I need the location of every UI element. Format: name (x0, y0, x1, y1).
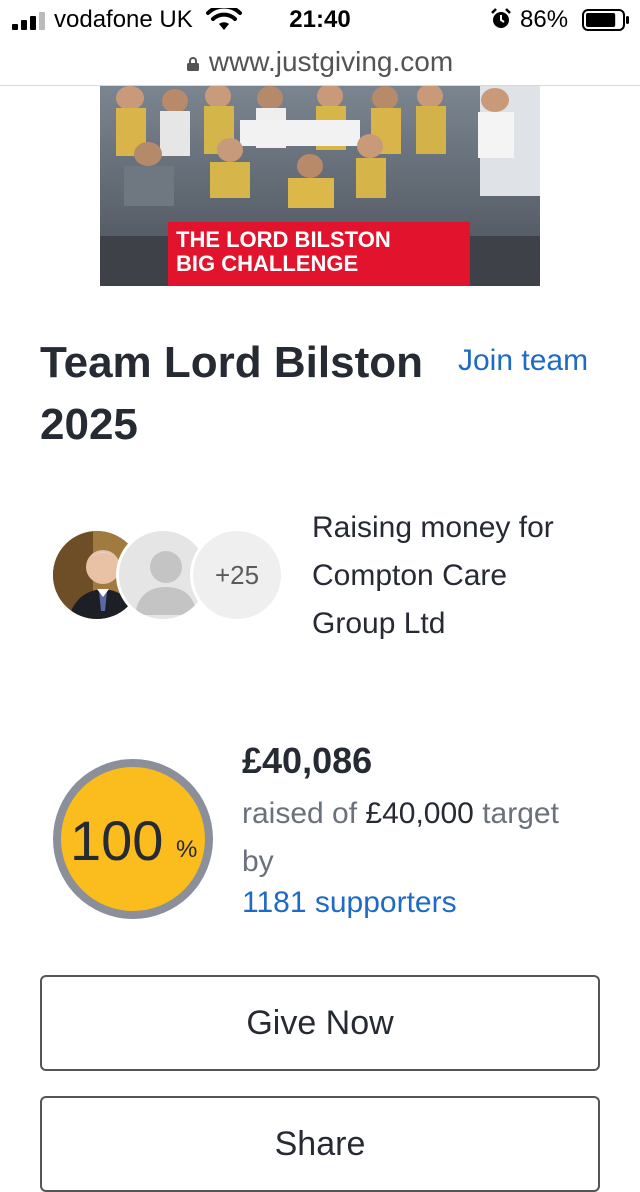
more-members-count[interactable]: +25 (190, 528, 284, 622)
hero-banner: THE LORD BILSTON BIG CHALLENGE (168, 222, 470, 286)
give-now-button[interactable]: Give Now (40, 975, 600, 1071)
charity-line-1: Raising money for (312, 511, 554, 544)
more-members-label: +25 (214, 559, 260, 590)
charity-line-2[interactable]: Compton Care (312, 552, 612, 600)
status-bar: vodafone UK 21:40 86% (0, 0, 640, 42)
charity-line-3[interactable]: Group Ltd (312, 600, 612, 648)
target-suffix: target (482, 797, 559, 830)
raised-summary: raised of £40,000 target by (242, 790, 612, 886)
team-title-line-2: 2025 (40, 400, 138, 449)
banner-line-1: THE LORD BILSTON (176, 227, 391, 252)
team-title-line-1: Team Lord Bilston (40, 338, 423, 387)
by-label: by (242, 845, 274, 878)
supporters-link[interactable]: 1181 supporters (242, 886, 457, 920)
banner-line-2: BIG CHALLENGE (176, 251, 359, 276)
hero-image: THE LORD BILSTON BIG CHALLENGE (100, 86, 540, 286)
battery-icon (582, 9, 629, 31)
charity-info: Raising money for Compton Care Group Ltd (312, 504, 612, 648)
url-bar[interactable]: www.justgiving.com (0, 42, 640, 86)
share-button[interactable]: Share (40, 1096, 600, 1192)
lock-icon (186, 56, 199, 71)
progress-percent-sign: % (176, 836, 198, 863)
battery-percent: 86% (520, 6, 569, 33)
alarm-icon (491, 8, 511, 28)
target-amount: £40,000 (365, 797, 474, 830)
url-text: www.justgiving.com (208, 46, 454, 77)
join-team-link[interactable]: Join team (458, 344, 588, 378)
progress-percent: 100 (70, 809, 164, 872)
amount-raised: £40,086 (242, 740, 373, 781)
raised-prefix: raised of (242, 797, 358, 830)
team-member-avatars: +25 (50, 528, 290, 622)
team-title: Team Lord Bilston 2025 (40, 332, 440, 456)
